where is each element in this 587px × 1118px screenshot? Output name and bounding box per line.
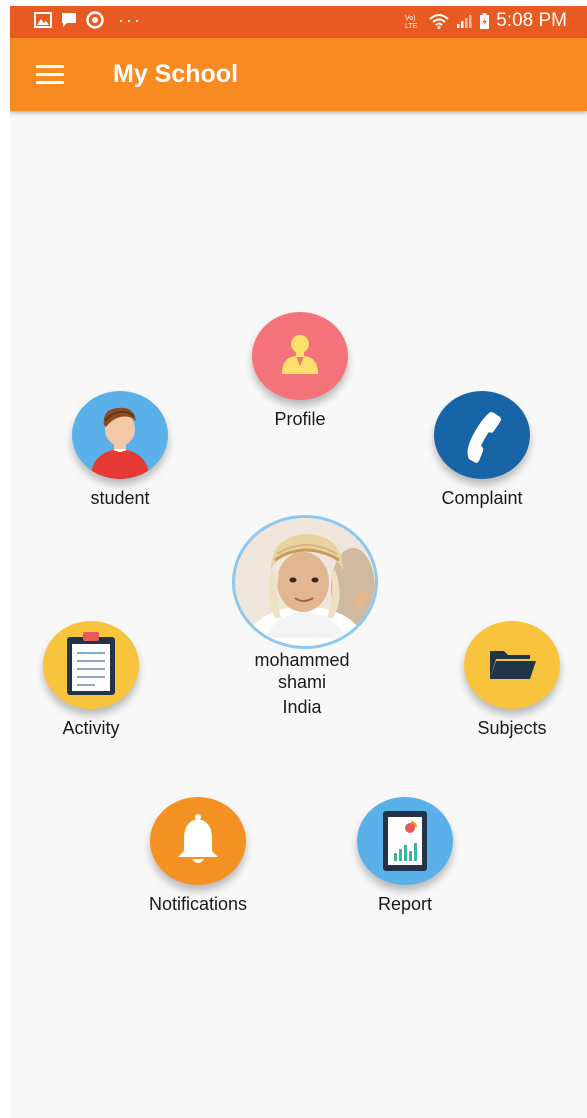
user-country: India xyxy=(282,697,322,717)
profile-button[interactable]: Profile xyxy=(245,312,355,430)
status-bar: ··· Vo) LTE 5:08 PM xyxy=(10,6,587,38)
phone-icon xyxy=(467,412,501,463)
svg-text:LTE: LTE xyxy=(405,23,418,30)
report-circle xyxy=(357,797,453,885)
student-circle xyxy=(72,391,168,479)
menu-line xyxy=(36,65,64,68)
notifications-circle xyxy=(150,797,246,885)
subjects-button[interactable]: Subjects xyxy=(457,621,567,739)
gallery-icon xyxy=(34,12,52,28)
profile-circle xyxy=(252,312,348,400)
menu-line xyxy=(36,81,64,84)
subjects-circle xyxy=(464,621,560,709)
student-button[interactable]: student xyxy=(65,391,175,509)
user-photo-image xyxy=(235,518,375,646)
menu-line xyxy=(36,73,64,76)
notifications-label: Notifications xyxy=(148,894,248,914)
battery-icon xyxy=(480,13,490,29)
user-name-first: mohammed xyxy=(254,650,350,670)
profile-icon xyxy=(282,335,318,374)
notifications-button[interactable]: Notifications xyxy=(128,797,268,915)
profile-label: Profile xyxy=(274,409,326,429)
user-name-last: shami xyxy=(277,672,326,692)
report-button[interactable]: Report xyxy=(350,797,460,915)
status-time: 5:08 PM xyxy=(496,10,567,31)
user-info: mohammed shami India xyxy=(202,650,402,719)
wifi-icon xyxy=(429,14,449,29)
folder-icon xyxy=(490,651,536,679)
more-dots-icon: ··· xyxy=(118,10,142,30)
student-avatar-icon xyxy=(90,407,150,479)
activity-button[interactable]: Activity xyxy=(36,621,146,739)
activity-label: Activity xyxy=(62,718,120,738)
report-label: Report xyxy=(377,894,433,914)
chrome-icon xyxy=(86,11,104,29)
complaint-circle xyxy=(434,391,530,479)
clipboard-icon xyxy=(67,632,115,695)
student-label: student xyxy=(90,488,150,508)
bell-icon xyxy=(178,814,218,863)
status-left-icons: ··· xyxy=(34,11,142,29)
complaint-button[interactable]: Complaint xyxy=(427,391,537,509)
volte-icon: Vo) LTE xyxy=(405,15,418,30)
hamburger-menu-button[interactable] xyxy=(36,65,64,85)
svg-text:Vo): Vo) xyxy=(405,15,416,22)
user-photo[interactable] xyxy=(232,515,378,649)
message-icon xyxy=(62,13,76,27)
activity-circle xyxy=(43,621,139,709)
app-bar: My School xyxy=(10,38,587,111)
signal-icon xyxy=(457,15,472,28)
app-title: My School xyxy=(113,60,239,88)
complaint-label: Complaint xyxy=(441,488,523,508)
status-right-icons: Vo) LTE 5:08 PM xyxy=(404,10,567,32)
report-tablet-icon xyxy=(383,811,427,871)
app-screen: ··· Vo) LTE 5:08 PM My School Profile st… xyxy=(10,6,587,1118)
subjects-label: Subjects xyxy=(477,718,547,738)
